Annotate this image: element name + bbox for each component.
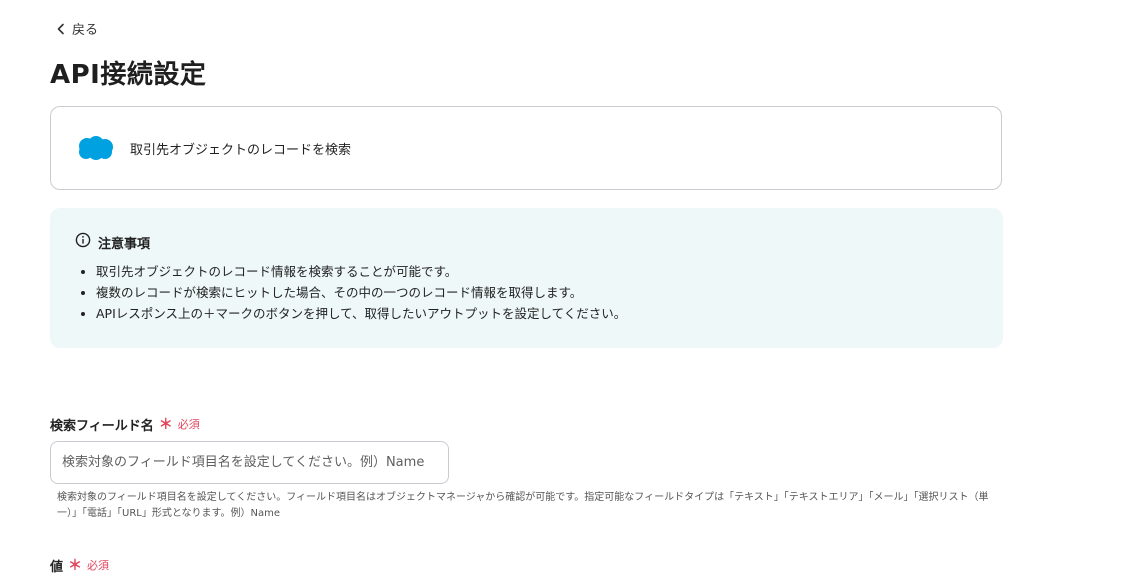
app-action-card: 取引先オブジェクトのレコードを検索 bbox=[50, 106, 1002, 190]
required-asterisk: ＊ bbox=[68, 558, 83, 574]
info-icon bbox=[75, 232, 91, 252]
back-link[interactable]: 戻る bbox=[56, 19, 98, 38]
required-asterisk: ＊ bbox=[158, 417, 173, 433]
notice-list: 取引先オブジェクトのレコード情報を検索することが可能です。 複数のレコードが検索… bbox=[75, 261, 979, 324]
api-settings-page: 戻る API接続設定 取引先オブジェクトのレコードを検索 注意事項 • 取引先オ… bbox=[0, 0, 1135, 579]
notice-title: 注意事項 bbox=[98, 236, 151, 252]
value-field-label-text: 値 bbox=[50, 559, 64, 575]
value-field-label: 値 ＊ 必須 bbox=[50, 555, 109, 575]
notice-item: 取引先オブジェクトのレコード情報を検索することが可能です。 bbox=[96, 261, 979, 282]
search-field-help: 検索対象のフィールド項目名を設定してください。フィールド項目名はオブジェクトマネ… bbox=[57, 492, 989, 519]
notice-header: 注意事項 bbox=[75, 232, 979, 252]
back-label: 戻る bbox=[72, 23, 99, 38]
notice-box: 注意事項 取引先オブジェクトのレコード情報を検索することが可能です。 複数のレコ… bbox=[50, 208, 1003, 348]
search-field-label-text: 検索フィールド名 bbox=[50, 418, 154, 434]
search-field-input[interactable] bbox=[50, 441, 449, 484]
notice-item: 複数のレコードが検索にヒットした場合、その中の一つのレコード情報を取得します。 bbox=[96, 282, 979, 303]
required-badge: 必須 bbox=[87, 559, 110, 572]
required-badge: 必須 bbox=[177, 418, 200, 431]
action-label: 取引先オブジェクトのレコードを検索 bbox=[130, 142, 352, 158]
page-title: API接続設定 bbox=[50, 60, 207, 90]
chevron-left-icon bbox=[56, 23, 66, 35]
search-field-label: 検索フィールド名 ＊ 必須 bbox=[50, 414, 200, 434]
salesforce-cloud-icon bbox=[76, 135, 114, 161]
notice-item: APIレスポンス上の＋マークのボタンを押して、取得したいアウトプットを設定してく… bbox=[96, 303, 979, 324]
